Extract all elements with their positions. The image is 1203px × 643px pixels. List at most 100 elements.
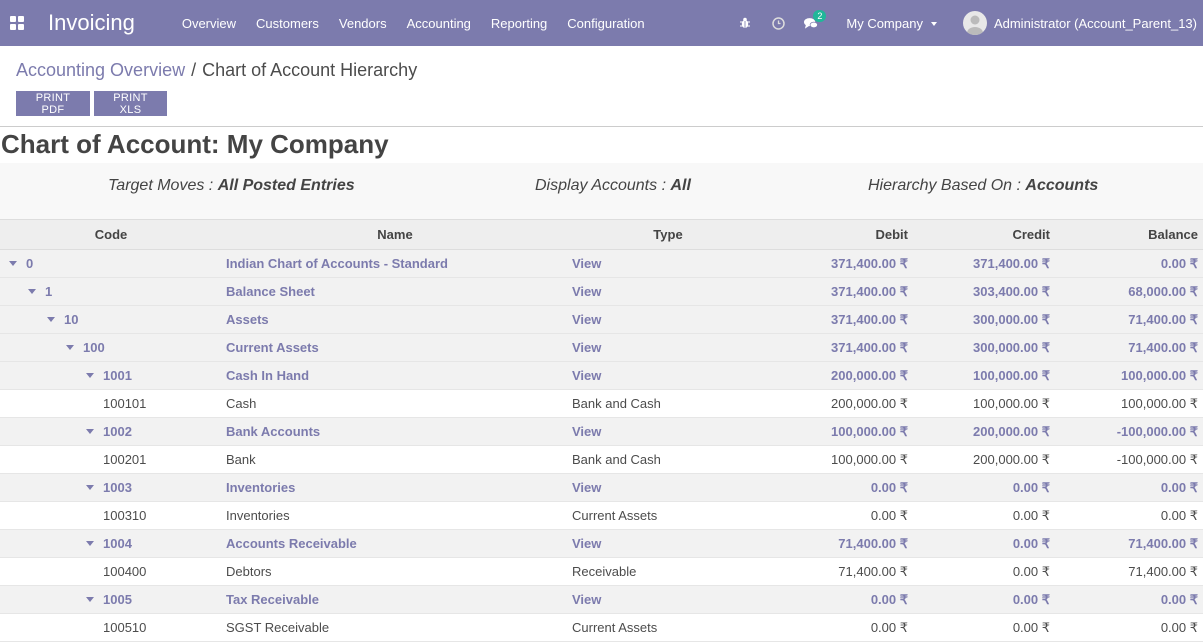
app-menu-icon[interactable] [10,16,26,30]
debit-amount: 100,000.00 ₹ [768,417,913,446]
credit-amount: 200,000.00 ₹ [913,445,1055,474]
account-group-row[interactable]: 10 Assets View 371,400.00 ₹300,000.00 ₹71,4… [0,305,1203,334]
company-switcher[interactable]: My Company [846,16,937,31]
account-name: Tax Receivable [222,585,568,614]
menu-reporting[interactable]: Reporting [491,16,547,31]
caret-down-icon[interactable] [86,597,94,603]
account-code: 100510 [103,620,147,635]
chevron-down-icon [930,22,937,27]
account-row[interactable]: 100101 Cash Bank and Cash 200,000.00 ₹100,0… [0,389,1203,418]
breadcrumb-accounting-overview[interactable]: Accounting Overview [16,60,185,80]
balance-amount: 71,400.00 ₹ [1055,305,1203,334]
account-name: Accounts Receivable [222,529,568,558]
report-filters: Target Moves : All Posted Entries Displa… [0,163,1203,220]
account-name: SGST Receivable [222,613,568,642]
clock-icon[interactable] [771,16,785,30]
filter-value: All [670,177,691,194]
menu-vendors[interactable]: Vendors [339,16,387,31]
caret-down-icon[interactable] [86,373,94,379]
balance-amount: -100,000.00 ₹ [1055,445,1203,474]
account-name: Cash In Hand [222,361,568,390]
user-menu[interactable]: Administrator (Account_Parent_13) [994,16,1197,31]
account-type: View [568,585,768,614]
caret-down-icon[interactable] [66,345,74,351]
balance-amount: 100,000.00 ₹ [1055,361,1203,390]
account-code-cell: 100201 [0,445,222,474]
balance-amount: 0.00 ₹ [1055,585,1203,614]
account-row[interactable]: 100201 Bank Bank and Cash 100,000.00 ₹200,0… [0,445,1203,474]
account-group-row[interactable]: 0 Indian Chart of Accounts - Standard View… [0,249,1203,278]
menu-accounting[interactable]: Accounting [407,16,471,31]
account-code[interactable]: 1005 [103,592,132,607]
menu-customers[interactable]: Customers [256,16,319,31]
account-group-row[interactable]: 1002 Bank Accounts View 100,000.00 ₹200,000… [0,417,1203,446]
account-name: Bank [222,445,568,474]
filter-label: Target Moves : [108,177,218,194]
breadcrumb: Accounting Overview / Chart of Account Hie… [16,46,1203,81]
credit-amount: 0.00 ₹ [913,613,1055,642]
account-code[interactable]: 1 [45,284,52,299]
control-panel: Accounting Overview / Chart of Account Hie… [0,46,1203,127]
account-type: View [568,361,768,390]
column-header-name: Name [222,220,568,250]
filter-value: Accounts [1025,177,1099,194]
avatar[interactable] [962,11,987,35]
account-code: 100310 [103,508,147,523]
caret-down-icon[interactable] [47,317,55,323]
account-code[interactable]: 1003 [103,480,132,495]
account-code-cell: 10 [0,305,222,334]
account-type: View [568,333,768,362]
account-code[interactable]: 1004 [103,536,132,551]
credit-amount: 200,000.00 ₹ [913,417,1055,446]
menu-overview[interactable]: Overview [182,16,236,31]
column-header-code: Code [0,220,222,250]
caret-down-icon[interactable] [9,261,17,267]
caret-down-icon[interactable] [28,289,36,295]
column-header-debit: Debit [768,220,913,250]
account-group-row[interactable]: 1001 Cash In Hand View 200,000.00 ₹100,000.… [0,361,1203,390]
account-code-cell: 100310 [0,501,222,530]
app-title: Invoicing [48,10,135,35]
account-code[interactable]: 1002 [103,424,132,439]
breadcrumb-current: Chart of Account Hierarchy [202,60,418,80]
account-group-row[interactable]: 1004 Accounts Receivable View 71,400.00 ₹0.… [0,529,1203,558]
account-code-cell: 1004 [0,529,222,558]
account-row[interactable]: 100510 SGST Receivable Current Assets 0.00 … [0,613,1203,642]
debit-amount: 0.00 ₹ [768,613,913,642]
account-row[interactable]: 100310 Inventories Current Assets 0.00 ₹0.0… [0,501,1203,530]
systray: 2 My Company Administrator (Account_Pare… [738,0,1203,46]
caret-down-icon[interactable] [86,541,94,547]
balance-amount: 0.00 ₹ [1055,473,1203,502]
account-code: 100101 [103,396,147,411]
message-count-badge: 2 [813,10,827,22]
account-code[interactable]: 0 [26,256,33,271]
bug-icon[interactable] [738,16,752,30]
balance-amount: 0.00 ₹ [1055,501,1203,530]
account-row[interactable]: 100400 Debtors Receivable 71,400.00 ₹0.00 ₹… [0,557,1203,586]
print-pdf-button[interactable]: PRINT PDF [16,91,90,116]
account-name: Inventories [222,501,568,530]
account-name: Inventories [222,473,568,502]
print-xls-button[interactable]: PRINT XLS [94,91,167,116]
account-code-cell: 0 [0,249,222,278]
account-code[interactable]: 10 [64,312,78,327]
account-group-row[interactable]: 1 Balance Sheet View 371,400.00 ₹303,400.00… [0,277,1203,306]
account-type: Bank and Cash [568,445,768,474]
credit-amount: 0.00 ₹ [913,585,1055,614]
account-code-cell: 1001 [0,361,222,390]
report-body: Chart of Account: My Company Target Move… [0,127,1203,642]
chat-icon[interactable]: 2 [804,10,827,30]
balance-amount: 71,400.00 ₹ [1055,529,1203,558]
account-group-row[interactable]: 100 Current Assets View 371,400.00 ₹300,000… [0,333,1203,362]
caret-down-icon[interactable] [86,429,94,435]
account-type: View [568,529,768,558]
account-code[interactable]: 100 [83,340,105,355]
menu-configuration[interactable]: Configuration [567,16,644,31]
filter-hierarchy: Hierarchy Based On : Accounts [868,177,1098,195]
account-group-row[interactable]: 1005 Tax Receivable View 0.00 ₹0.00 ₹0.00 ₹ [0,585,1203,614]
account-code[interactable]: 1001 [103,368,132,383]
account-group-row[interactable]: 1003 Inventories View 0.00 ₹0.00 ₹0.00 ₹ [0,473,1203,502]
column-header-balance: Balance [1055,220,1203,250]
caret-down-icon[interactable] [86,485,94,491]
debit-amount: 371,400.00 ₹ [768,277,913,306]
